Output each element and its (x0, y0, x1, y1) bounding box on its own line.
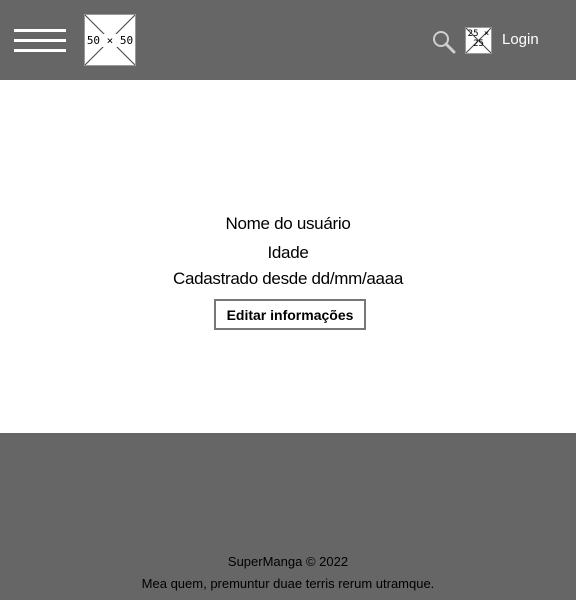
site-header: 50 × 50 25 × 25 Login (0, 0, 576, 80)
menu-icon[interactable] (14, 29, 66, 53)
site-footer: SuperManga © 2022 Mea quem, premuntur du… (0, 433, 576, 600)
logo-placeholder-label: 50 × 50 (85, 33, 135, 47)
menu-icon-bar (14, 49, 66, 52)
avatar-placeholder-label: 25 × 25 (467, 29, 490, 49)
search-icon[interactable] (432, 30, 456, 54)
footer-tagline: Mea quem, premuntur duae terris rerum ut… (141, 576, 435, 591)
username-text: Nome do usuário (225, 214, 351, 233)
edit-info-button[interactable]: Editar informações (214, 299, 366, 330)
login-link[interactable]: Login (502, 31, 539, 48)
avatar-placeholder[interactable]: 25 × 25 (465, 27, 492, 54)
menu-icon-bar (14, 39, 66, 42)
registered-since-text: Cadastrado desde dd/mm/aaaa (172, 269, 404, 288)
menu-icon-bar (14, 29, 66, 32)
footer-copyright: SuperManga © 2022 (227, 554, 349, 569)
age-text: Idade (267, 243, 309, 262)
profile-section: Nome do usuário Idade Cadastrado desde d… (0, 80, 576, 433)
logo-placeholder[interactable]: 50 × 50 (84, 14, 136, 66)
